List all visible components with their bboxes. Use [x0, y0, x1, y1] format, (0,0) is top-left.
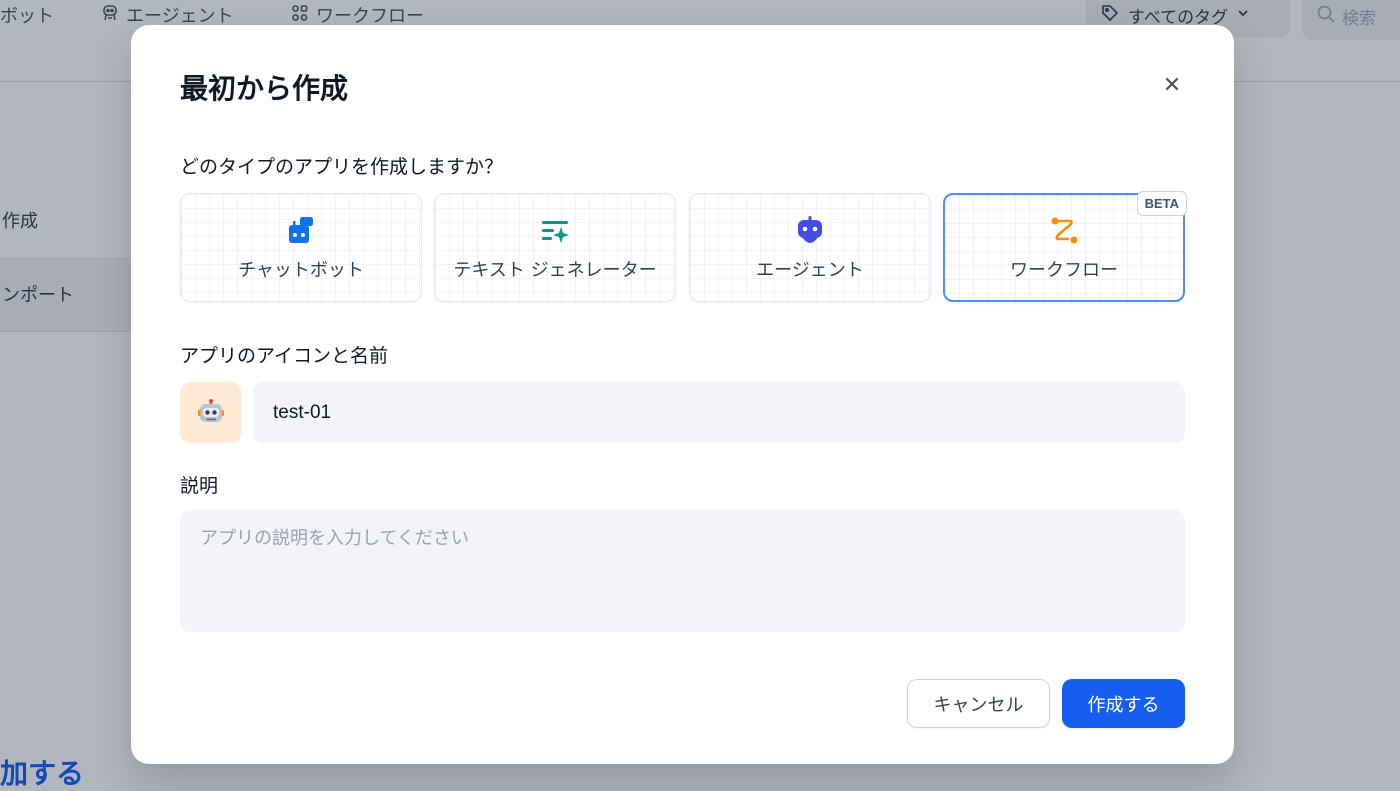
app-type-label: エージェント: [756, 259, 864, 281]
create-app-modal: 最初から作成 どのタイプのアプリを作成しますか？ チャットボット テキスト ジェ…: [131, 25, 1234, 764]
description-label: 説明: [180, 475, 219, 497]
app-type-label: ワークフロー: [1010, 259, 1118, 281]
app-type-label: テキスト ジェネレーター: [453, 259, 657, 281]
robot-emoji-icon: [197, 398, 224, 422]
modal-title: 最初から作成: [180, 72, 349, 105]
app-type-question: どのタイプのアプリを作成しますか？: [180, 156, 504, 178]
app-type-label: チャットボット: [238, 259, 364, 281]
description-textarea[interactable]: アプリの説明を入力してください: [180, 510, 1185, 632]
app-type-text-generator[interactable]: テキスト ジェネレーター: [434, 193, 676, 302]
app-icon-picker[interactable]: [180, 382, 241, 443]
app-name-label: アプリのアイコンと名前: [180, 345, 389, 367]
chatbot-icon: [284, 214, 318, 248]
app-type-agent[interactable]: エージェント: [689, 193, 931, 302]
workflow-icon: [1047, 214, 1081, 248]
app-type-workflow[interactable]: ワークフロー BETA: [943, 191, 1187, 302]
text-generator-icon: [538, 214, 572, 248]
cancel-button[interactable]: キャンセル: [907, 679, 1050, 728]
beta-badge: BETA: [1136, 191, 1187, 216]
close-button[interactable]: [1159, 73, 1185, 99]
create-button[interactable]: 作成する: [1062, 679, 1185, 728]
app-name-input[interactable]: test-01: [253, 382, 1185, 443]
agent-icon: [793, 214, 827, 248]
app-type-chatbot[interactable]: チャットボット: [180, 193, 422, 302]
close-icon: [1164, 76, 1180, 96]
